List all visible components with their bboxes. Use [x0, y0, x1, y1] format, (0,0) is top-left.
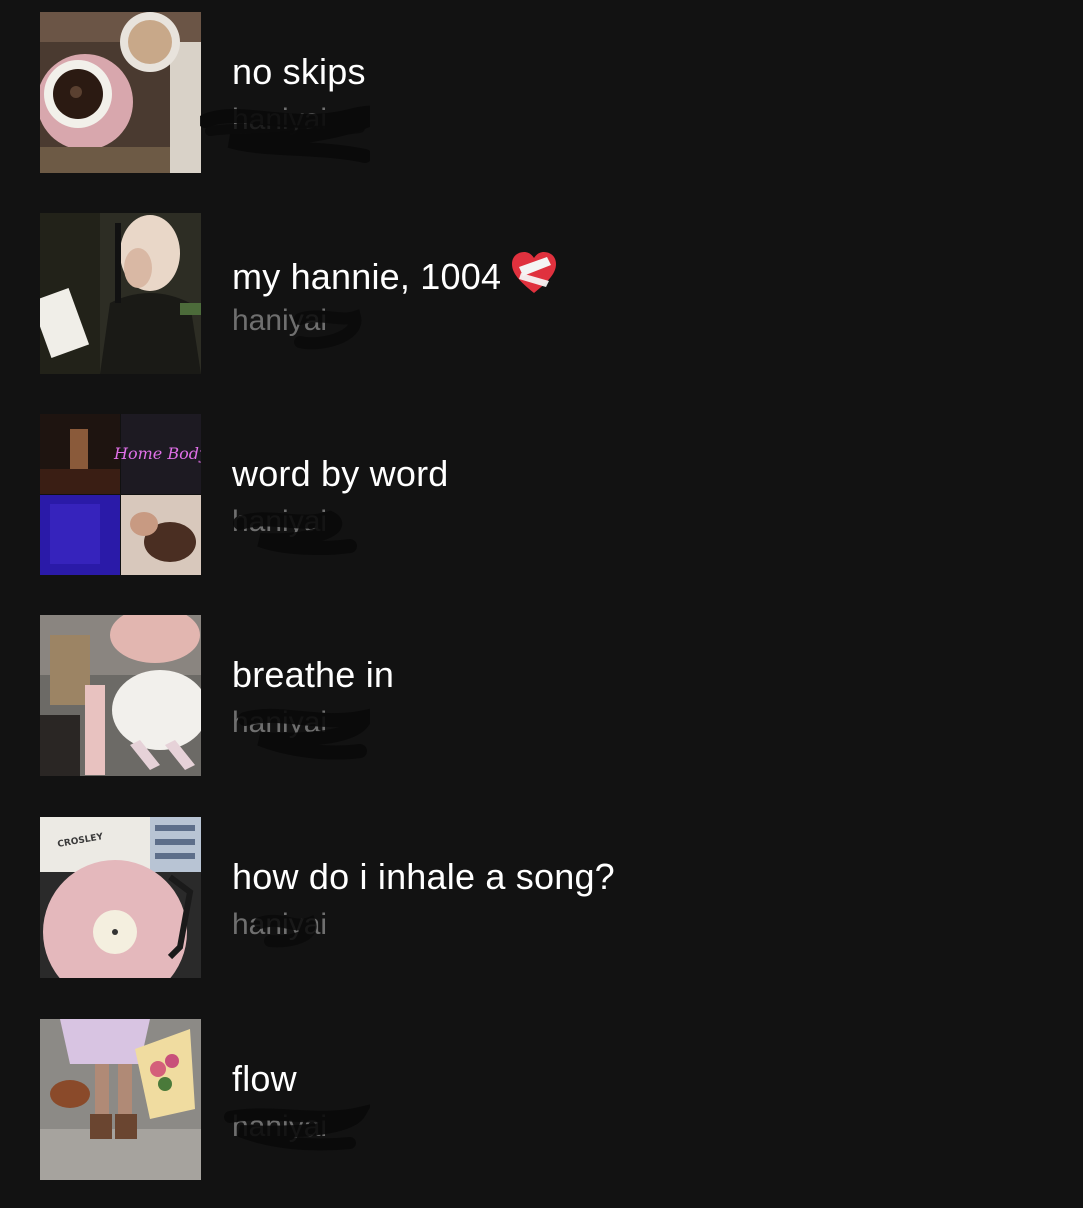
vinyl-turntable-cover-icon: CROSLEY: [40, 817, 201, 978]
playlist-owner: haniyai: [232, 706, 328, 739]
playlist-owner: haniyai: [232, 1110, 328, 1143]
playlist-row[interactable]: my hannie, 1004 haniyai: [0, 201, 1083, 402]
playlist-owner: haniyai: [232, 505, 328, 538]
mending-heart-icon: [511, 251, 557, 305]
playlist-title: word by word: [232, 453, 449, 494]
home-body-neon-text: Home Body: [113, 444, 201, 463]
playlist-title: my hannie, 1004: [232, 251, 557, 305]
playlist-owner: haniyai: [232, 103, 328, 136]
playlist-row[interactable]: flow haniyai: [0, 1007, 1083, 1208]
mosaic-cover-icon: Home Body: [40, 414, 201, 575]
playlist-row[interactable]: Home Body word by word haniyai: [0, 402, 1083, 603]
playlist-row[interactable]: CROSLEY how do i inhale a song? haniyai: [0, 805, 1083, 1006]
playlist-row[interactable]: no skips haniyai: [0, 0, 1083, 201]
playlist-title: breathe in: [232, 654, 395, 695]
playlist-owner: haniyai: [232, 304, 328, 337]
studio-singer-cover-icon: [40, 213, 201, 374]
playlist-title: how do i inhale a song?: [232, 856, 615, 897]
playlist-title: flow: [232, 1058, 297, 1099]
fashion-cover-icon: [40, 615, 201, 776]
playlist-title-text: my hannie, 1004: [232, 256, 502, 297]
playlist-owner: haniyai: [232, 908, 328, 941]
playlist-list: no skips haniyai my hannie, 1004 haniyai: [0, 0, 1083, 1200]
playlist-row[interactable]: breathe in haniyai: [0, 603, 1083, 804]
playlist-title: no skips: [232, 51, 366, 92]
flowers-cover-icon: [40, 1019, 201, 1180]
coffee-cover-icon: [40, 12, 201, 173]
